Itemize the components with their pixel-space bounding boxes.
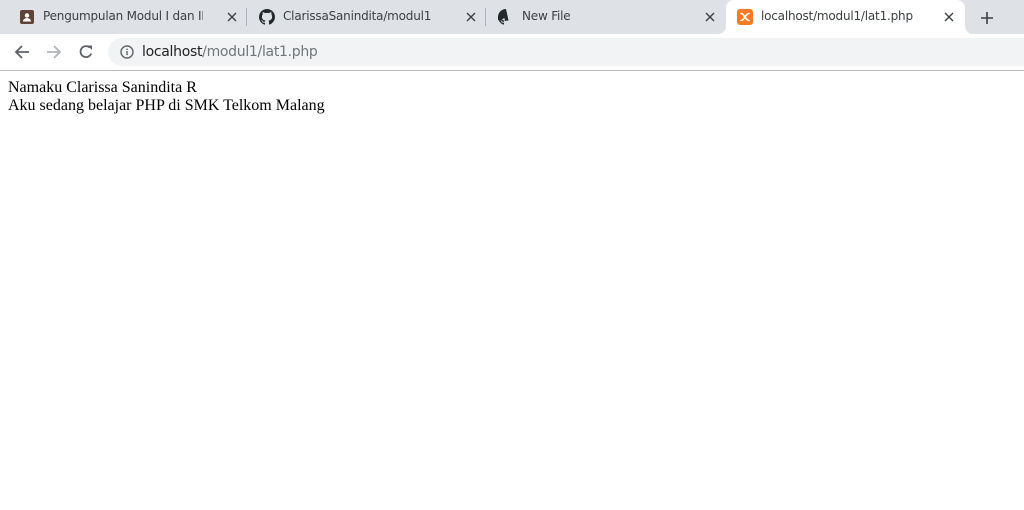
close-icon[interactable]: [702, 9, 718, 25]
info-icon[interactable]: [119, 44, 135, 60]
tab-title: Pengumpulan Modul I dan II: [43, 9, 203, 23]
close-icon[interactable]: [941, 9, 957, 25]
page-text-line: Namaku Clarissa Sanindita R: [8, 79, 197, 96]
github-icon: [498, 9, 514, 25]
tab-pengumpulan[interactable]: Pengumpulan Modul I dan II: [8, 0, 247, 34]
url-path: /modul1/lat1.php: [202, 44, 318, 60]
tab-separator: [485, 8, 486, 26]
tab-github-repo[interactable]: ClarissaSanindita/modul1: [248, 0, 486, 34]
xampp-icon: [737, 9, 753, 25]
tab-title: ClarissaSanindita/modul1: [283, 9, 432, 23]
page-text-line: Aku sedang belajar PHP di SMK Telkom Mal…: [8, 97, 325, 114]
tab-separator: [246, 8, 247, 26]
close-icon[interactable]: [463, 9, 479, 25]
arrow-left-icon[interactable]: [10, 40, 34, 64]
tab-title: localhost/modul1/lat1.php: [761, 9, 913, 23]
plus-icon[interactable]: [975, 6, 999, 30]
classroom-icon: [19, 9, 35, 25]
url-host: localhost: [142, 44, 203, 60]
tab-localhost-active[interactable]: localhost/modul1/lat1.php: [726, 0, 965, 34]
close-icon[interactable]: [224, 9, 240, 25]
reload-icon[interactable]: [74, 40, 98, 64]
github-icon: [259, 9, 275, 25]
tab-new-file[interactable]: New File: [487, 0, 725, 34]
tab-strip: Pengumpulan Modul I dan II ClarissaSanin…: [0, 0, 1024, 34]
page-content: Namaku Clarissa Sanindita R Aku sedang b…: [0, 71, 1024, 510]
tab-title: New File: [522, 9, 571, 23]
url-text[interactable]: localhost/modul1/lat1.php: [142, 44, 318, 60]
arrow-right-icon[interactable]: [42, 40, 66, 64]
